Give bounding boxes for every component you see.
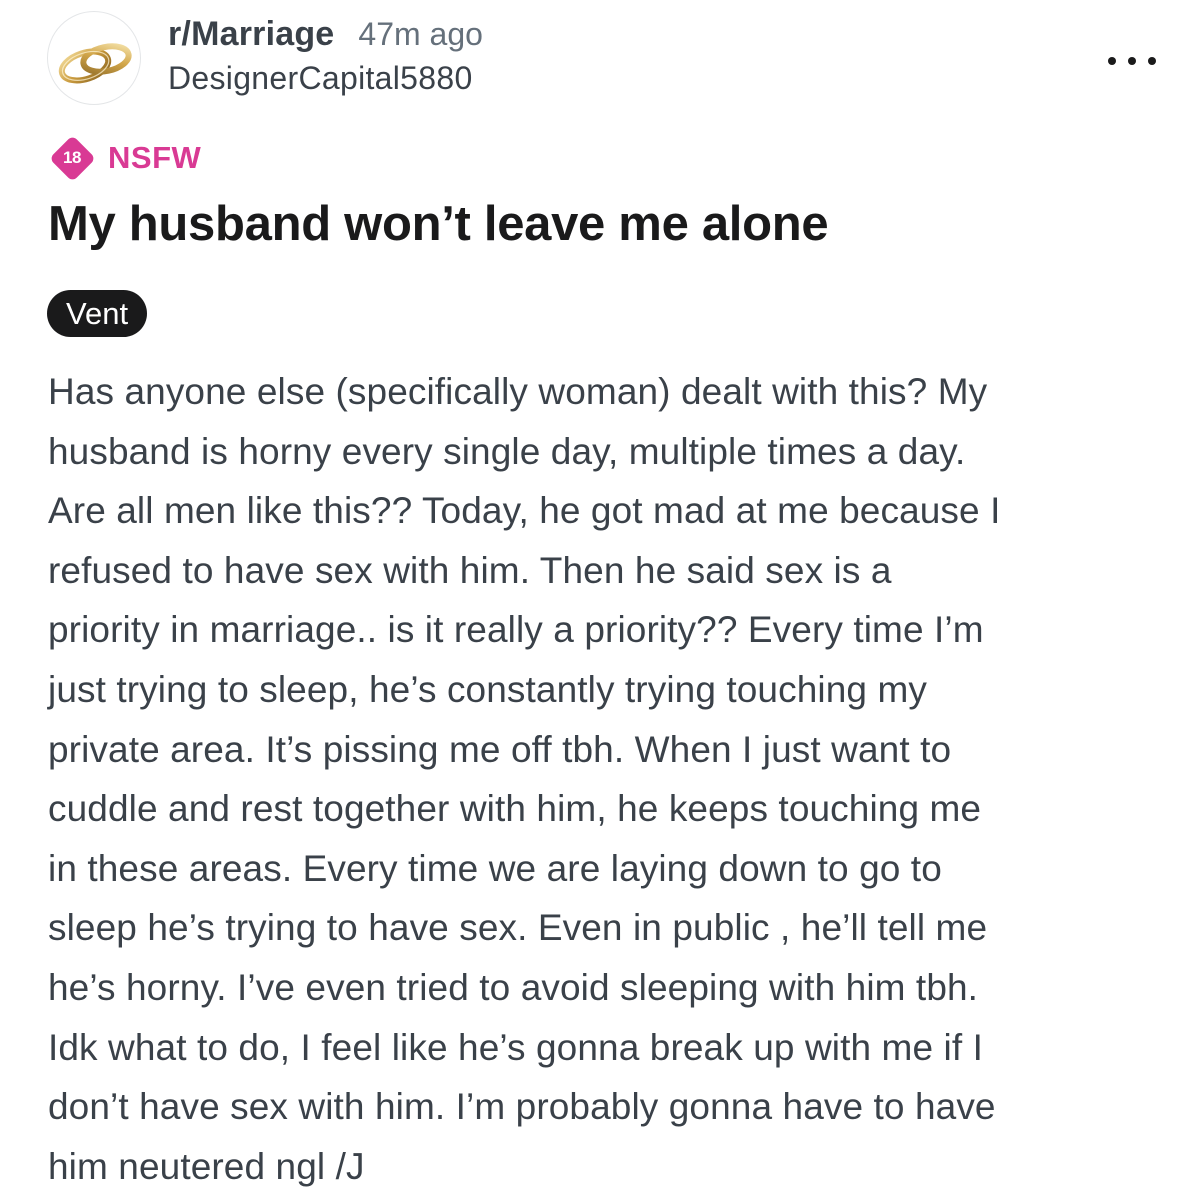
subreddit-name[interactable]: r/Marriage — [168, 15, 334, 54]
more-options-icon — [1128, 57, 1136, 65]
body-line: don’t have sex with him. I’m probably go… — [48, 1086, 996, 1128]
post-title[interactable]: My husband won’t leave me alone — [48, 196, 829, 252]
more-options-icon — [1108, 57, 1116, 65]
post-flair[interactable]: Vent — [47, 290, 148, 337]
body-line: Idk what to do, I feel like he’s gonna b… — [48, 1026, 983, 1068]
body-line: private area. It’s pissing me off tbh. W… — [48, 728, 952, 770]
body-line: priority in marriage.. is it really a pr… — [48, 609, 984, 651]
nsfw-label: NSFW — [108, 140, 202, 175]
more-options-icon — [1148, 57, 1156, 65]
post-meta: r/Marriage 47m ago DesignerCapital5880 — [168, 15, 483, 97]
nsfw-badge-number: 18 — [63, 148, 81, 167]
post-timestamp: 47m ago — [358, 16, 483, 52]
body-line: sleep he’s trying to have sex. Even in p… — [48, 907, 988, 949]
body-line: Are all men like this?? Today, he got ma… — [48, 490, 1001, 532]
author-username[interactable]: DesignerCapital5880 — [168, 60, 483, 97]
body-line: him neutered ngl /J — [48, 1145, 365, 1187]
body-line: in these areas. Every time we are laying… — [48, 847, 942, 889]
body-line: just trying to sleep, he’s constantly tr… — [48, 668, 927, 710]
wedding-rings-icon — [58, 43, 132, 84]
post-body: Has anyone else (specifically woman) dea… — [48, 362, 1158, 1196]
body-line: refused to have sex with him. Then he sa… — [48, 549, 892, 591]
body-line: husband is horny every single day, multi… — [48, 430, 966, 472]
more-options-button[interactable] — [1108, 47, 1156, 75]
body-line: Has anyone else (specifically woman) dea… — [48, 371, 988, 412]
nsfw-tag: 18 NSFW — [48, 134, 201, 182]
body-line: he’s horny. I’ve even tried to avoid sle… — [48, 966, 979, 1008]
subreddit-avatar[interactable] — [47, 11, 141, 105]
body-line: cuddle and rest together with him, he ke… — [48, 788, 982, 830]
post-header: r/Marriage 47m ago DesignerCapital5880 — [47, 11, 1156, 111]
nsfw-18-icon: 18 — [48, 134, 96, 182]
